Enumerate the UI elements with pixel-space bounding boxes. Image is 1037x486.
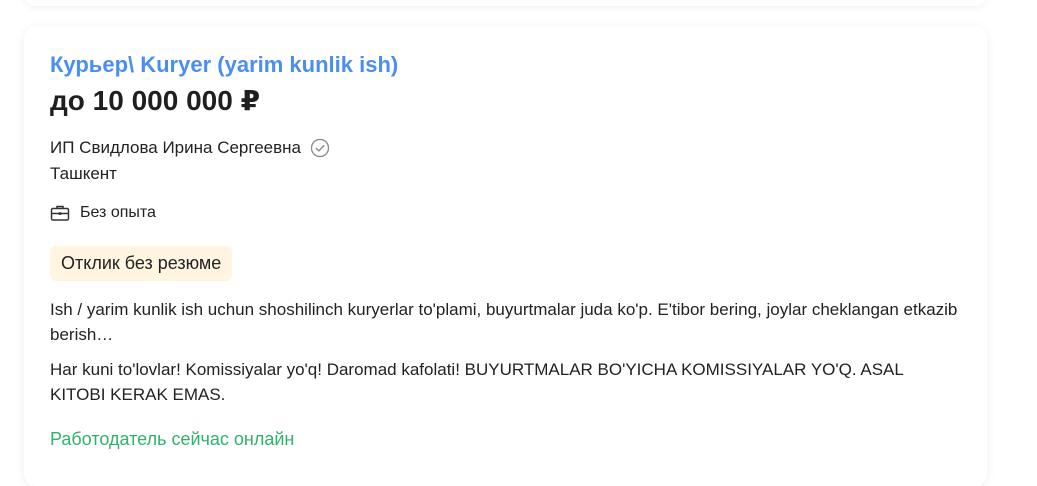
vacancy-city: Ташкент xyxy=(50,164,117,183)
company-row: ИП Свидлова Ирина Сергеевна xyxy=(50,138,330,158)
previous-vacancy-card xyxy=(24,0,987,6)
briefcase-icon xyxy=(50,205,70,221)
experience-row: Без опыта xyxy=(50,204,156,222)
vacancy-description-2: Har kuni to'lovlar! Komissiyalar yo'q! D… xyxy=(50,360,904,404)
company-name-link[interactable]: ИП Свидлова Ирина Сергеевна xyxy=(50,138,301,158)
vacancy-card: Курьер\ Kuryer (yarim kunlik ish) до 10 … xyxy=(24,26,987,486)
employer-online-status: Работодатель сейчас онлайн xyxy=(50,429,295,449)
vacancy-salary: до 10 000 000 ₽ xyxy=(50,85,261,116)
vacancy-description-1: Ish / yarim kunlik ish uchun shoshilinch… xyxy=(50,300,958,344)
vacancy-title-link[interactable]: Курьер\ Kuryer (yarim kunlik ish) xyxy=(50,52,398,78)
check-circle-icon xyxy=(310,138,330,158)
experience-label: Без опыта xyxy=(80,204,156,221)
no-resume-badge: Отклик без резюме xyxy=(50,246,233,281)
